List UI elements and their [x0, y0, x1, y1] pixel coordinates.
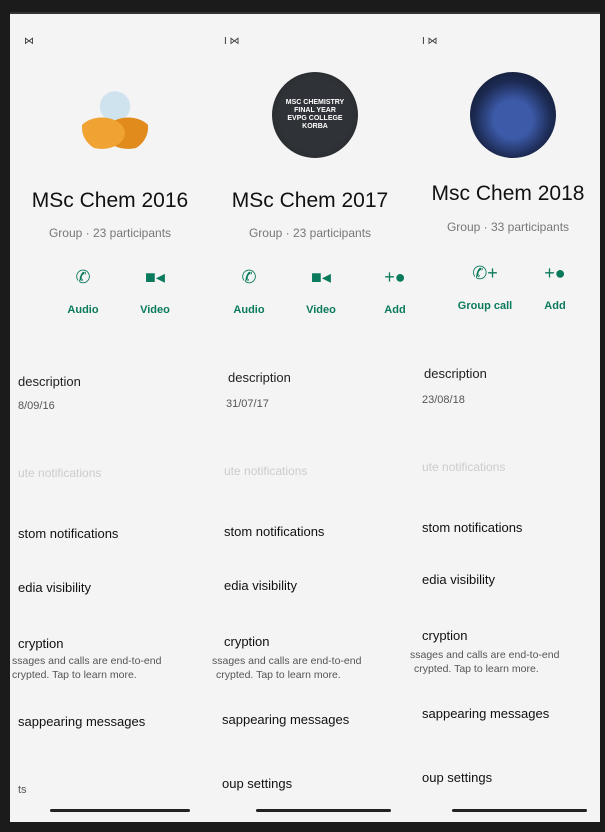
custom-notifications[interactable]: stom notifications	[224, 524, 434, 539]
home-indicator	[452, 809, 587, 812]
group-call-icon: ✆+	[472, 263, 498, 283]
audio-call-button[interactable]: ✆ Audio	[214, 264, 284, 316]
group-avatar[interactable]	[72, 72, 158, 158]
encryption-title[interactable]: cryption	[422, 628, 600, 643]
add-participant-button[interactable]: +● Add	[520, 260, 590, 312]
screenshot-collage: ⋈ MSc Chem 2016 Group · 23 participants …	[10, 12, 600, 822]
description-date: 31/07/17	[226, 398, 269, 410]
avatar-text: MSC CHEMISTRY FINAL YEAR EVPG COLLEGE KO…	[285, 99, 345, 130]
group-title: MSc Chem 2017	[231, 189, 389, 212]
mute-notifications[interactable]: ute notifications	[422, 460, 600, 474]
media-visibility[interactable]: edia visibility	[224, 578, 434, 593]
group-avatar[interactable]	[470, 72, 556, 158]
group-settings[interactable]: oup settings	[222, 776, 432, 791]
description-date: 8/09/16	[18, 400, 55, 412]
phone-icon: ✆	[75, 267, 91, 287]
encryption-title[interactable]: cryption	[18, 636, 228, 651]
group-subtitle: Group · 23 participants	[48, 226, 172, 240]
group-title: Msc Chem 2018	[431, 182, 585, 205]
group-info-2018: I ⋈ Msc Chem 2018 Group · 33 participant…	[408, 14, 600, 822]
status-bar: I ⋈	[224, 36, 240, 47]
video-icon: ■◂	[311, 267, 331, 287]
group-avatar[interactable]: MSC CHEMISTRY FINAL YEAR EVPG COLLEGE KO…	[272, 72, 358, 158]
phone-icon: ✆	[241, 267, 257, 287]
group-title: MSc Chem 2016	[31, 189, 189, 212]
add-person-icon: +●	[544, 263, 566, 283]
home-indicator	[256, 809, 391, 812]
status-bar: I ⋈	[422, 36, 438, 47]
video-call-button[interactable]: ■◂ Video	[286, 264, 356, 316]
group-settings[interactable]: oup settings	[422, 770, 600, 785]
description-header[interactable]: description	[228, 370, 438, 385]
video-icon: ■◂	[145, 267, 165, 287]
action-bar: ✆+ Group call +● Add	[408, 260, 600, 320]
action-bar: ✆ Audio ■◂ Video	[10, 264, 210, 324]
bottom-item[interactable]: ts	[18, 784, 228, 796]
group-info-2017: I ⋈ MSC CHEMISTRY FINAL YEAR EVPG COLLEG…	[210, 14, 410, 822]
home-indicator	[50, 809, 190, 812]
media-visibility[interactable]: edia visibility	[18, 580, 228, 595]
disappearing-messages[interactable]: sappearing messages	[422, 706, 600, 721]
custom-notifications[interactable]: stom notifications	[18, 526, 228, 541]
group-call-button[interactable]: ✆+ Group call	[450, 260, 520, 312]
mute-notifications[interactable]: ute notifications	[18, 466, 228, 480]
disappearing-messages[interactable]: sappearing messages	[18, 714, 228, 729]
audio-call-button[interactable]: ✆ Audio	[48, 264, 118, 316]
status-bar: ⋈	[24, 36, 34, 47]
media-visibility[interactable]: edia visibility	[422, 572, 600, 587]
group-subtitle: Group · 33 participants	[446, 220, 570, 234]
mute-notifications[interactable]: ute notifications	[224, 464, 434, 478]
custom-notifications[interactable]: stom notifications	[422, 520, 600, 535]
video-call-button[interactable]: ■◂ Video	[120, 264, 190, 316]
disappearing-messages[interactable]: sappearing messages	[222, 712, 432, 727]
description-date: 23/08/18	[422, 394, 465, 406]
group-info-2016: ⋈ MSc Chem 2016 Group · 23 participants …	[10, 14, 210, 822]
encryption-title[interactable]: cryption	[224, 634, 434, 649]
description-header[interactable]: description	[18, 374, 228, 389]
description-header[interactable]: description	[424, 366, 600, 381]
group-subtitle: Group · 23 participants	[248, 226, 372, 240]
action-bar: ✆ Audio ■◂ Video +● Add	[210, 264, 410, 324]
